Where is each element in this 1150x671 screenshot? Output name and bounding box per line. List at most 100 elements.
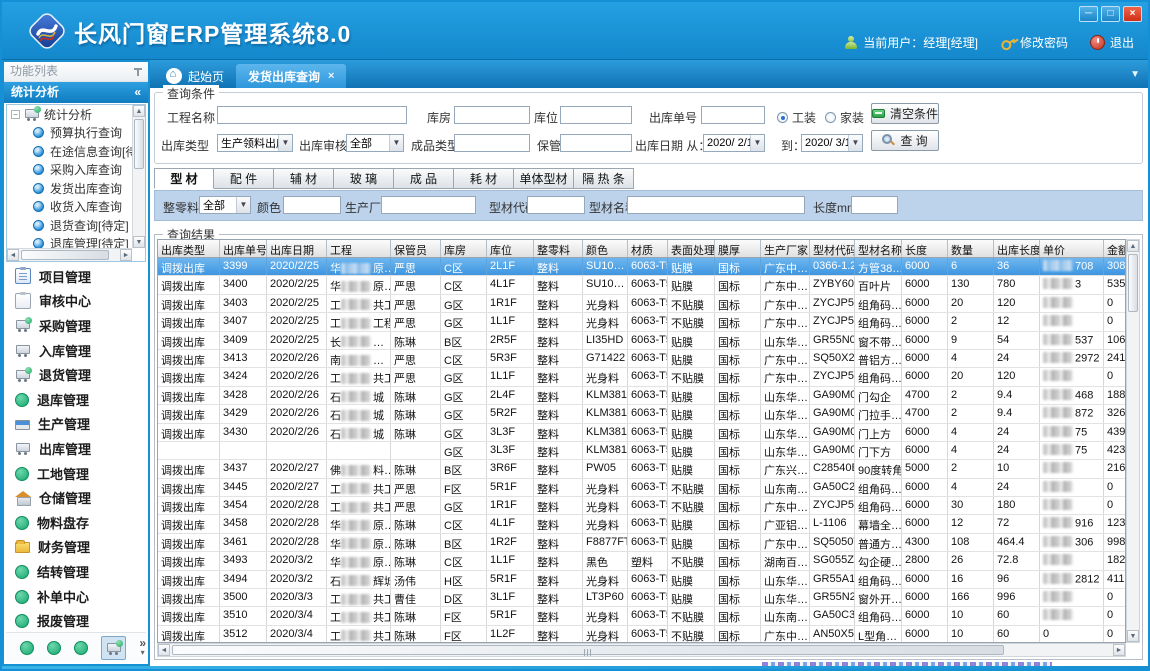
collapse-icon[interactable]: «	[134, 82, 141, 103]
tree-item-4[interactable]: 收货入库查询	[7, 198, 145, 217]
col-header-whole_piece[interactable]: 整零料	[534, 240, 583, 257]
tree-scroll-up[interactable]: ▲	[133, 105, 145, 117]
col-header-warehouse[interactable]: 库房	[441, 240, 487, 257]
manufacturer-input[interactable]	[381, 196, 476, 214]
table-row[interactable]: 调拨出库34612020/2/28华原…陈琳B区1R2F整料F8877FT606…	[158, 534, 1125, 552]
table-row[interactable]: G区3L3F整料KLM38176063-T5贴膜国标山东华…GA90M09.门下…	[158, 442, 1125, 460]
col-header-profile_code[interactable]: 型材代码	[810, 240, 855, 257]
radio-industrial[interactable]: 工装	[777, 109, 816, 126]
sidebar-item-5[interactable]: 退库管理	[6, 387, 142, 412]
statistics-module-button[interactable]	[101, 636, 126, 660]
table-row[interactable]: 调拨出库34072020/2/25工工程严思G区1L1F整料光身料6063-T5…	[158, 313, 1125, 331]
tree-item-3[interactable]: 发货出库查询	[7, 179, 145, 198]
minimize-button[interactable]: ─	[1079, 6, 1098, 22]
statistics-section-header[interactable]: 统计分析 «	[4, 82, 148, 103]
table-scroll-right[interactable]: ►	[1113, 644, 1125, 656]
col-header-project[interactable]: 工程	[327, 240, 391, 257]
table-horizontal-scrollbar[interactable]: ◄ ►	[157, 643, 1126, 657]
material-tab-2[interactable]: 辅 材	[274, 168, 334, 189]
col-header-manufacturer[interactable]: 生产厂家	[761, 240, 810, 257]
tree-scroll-down[interactable]: ▼	[133, 236, 145, 248]
col-header-length[interactable]: 长度	[902, 240, 948, 257]
sidebar-item-14[interactable]: 报废管理	[6, 608, 142, 630]
table-row[interactable]: 调拨出库34092020/2/25长…陈琳B区2R5F整料LI35HD6063-…	[158, 332, 1125, 350]
table-row[interactable]: 调拨出库34942020/3/2石辉城汤伟H区5R1F整料光身料6063-T5贴…	[158, 571, 1125, 589]
sidebar-item-7[interactable]: 出库管理	[6, 436, 142, 461]
tree-scroll-left[interactable]: ◄	[7, 249, 19, 261]
col-header-order_no[interactable]: 出库单号	[220, 240, 267, 257]
table-row[interactable]: 调拨出库34032020/2/25工共工程严思G区1R1F整料光身料6063-T…	[158, 295, 1125, 313]
whole-piece-select[interactable]: 全部 ▼	[199, 196, 251, 214]
sidebar-item-12[interactable]: 结转管理	[6, 559, 142, 584]
doc-tab-1[interactable]: 发货出库查询×	[236, 64, 346, 88]
col-header-unit_price[interactable]: 单价	[1040, 240, 1104, 257]
radio-home[interactable]: 家装	[825, 109, 864, 126]
col-header-quantity[interactable]: 数量	[948, 240, 994, 257]
sidebar-item-10[interactable]: 物料盘存	[6, 510, 142, 535]
table-row[interactable]: 调拨出库34582020/2/28华原…陈琳C区4L1F整料光身料6063-T5…	[158, 515, 1125, 533]
change-password-button[interactable]: 修改密码	[1000, 34, 1068, 51]
color-input[interactable]	[283, 196, 341, 214]
col-header-keeper[interactable]: 保管员	[391, 240, 441, 257]
table-row[interactable]: 调拨出库34132020/2/26南…严思C区5R3F整料G714226063-…	[158, 350, 1125, 368]
logout-button[interactable]: 退出	[1090, 34, 1134, 51]
tree-toggle-icon[interactable]: −	[11, 110, 20, 119]
module-dot-icon[interactable]	[47, 641, 61, 655]
col-header-profile_name[interactable]: 型材名称	[855, 240, 902, 257]
more-modules-button[interactable]: »▾	[139, 639, 146, 657]
table-row[interactable]: 调拨出库34452020/2/27工共工程严思F区5R1F整料光身料6063-T…	[158, 479, 1125, 497]
module-dot-icon[interactable]	[74, 641, 88, 655]
table-vscroll-thumb[interactable]	[1128, 254, 1138, 312]
sidebar-item-1[interactable]: 审核中心	[6, 289, 142, 314]
col-header-color[interactable]: 颜色	[583, 240, 628, 257]
material-tab-1[interactable]: 配 件	[214, 168, 274, 189]
table-row[interactable]: 调拨出库34242020/2/26工共工程严思G区1L1F整料光身料6063-T…	[158, 368, 1125, 386]
col-header-out_type[interactable]: 出库类型	[158, 240, 220, 257]
table-scroll-left[interactable]: ◄	[158, 644, 170, 656]
order-no-input[interactable]	[701, 106, 765, 124]
profile-name-input[interactable]	[627, 196, 805, 214]
col-header-out_date[interactable]: 出库日期	[267, 240, 327, 257]
sidebar-item-9[interactable]: 仓储管理	[6, 485, 142, 510]
sidebar-item-11[interactable]: 财务管理	[6, 535, 142, 560]
material-tab-0[interactable]: 型 材	[154, 168, 214, 189]
table-row[interactable]: 调拨出库35122020/3/4工共工程陈琳F区1L2F整料光身料6063-T5…	[158, 626, 1125, 643]
material-tab-6[interactable]: 单体型材	[514, 168, 574, 189]
table-row[interactable]: 调拨出库34372020/2/27佛料…陈琳B区3R6F整料PW056063-T…	[158, 460, 1125, 478]
keeper-input[interactable]	[560, 134, 632, 152]
table-row[interactable]: 调拨出库35002020/3/3工共工程曹佳D区3L1F整料LT3P606063…	[158, 589, 1125, 607]
col-header-out_length[interactable]: 出库长度	[994, 240, 1040, 257]
table-scroll-up[interactable]: ▲	[1127, 240, 1139, 252]
tree-scroll-thumb[interactable]	[134, 119, 144, 169]
audit-select[interactable]: 全部 ▼	[346, 134, 404, 152]
sidebar-item-8[interactable]: 工地管理	[6, 461, 142, 486]
sidebar-item-0[interactable]: 项目管理	[6, 264, 142, 289]
sidebar-item-2[interactable]: 采购管理	[6, 313, 142, 338]
table-row[interactable]: 调拨出库35102020/3/4工共工程陈琳F区5R1F整料光身料6063-T5…	[158, 607, 1125, 625]
table-vertical-scrollbar[interactable]: ▲ ▼	[1126, 239, 1140, 643]
tree-horizontal-scrollbar[interactable]: ◄ ►	[7, 248, 132, 261]
tree-item-0[interactable]: 预算执行查询	[7, 124, 145, 143]
close-button[interactable]: ×	[1123, 6, 1142, 22]
warehouse-input[interactable]	[454, 106, 530, 124]
table-row[interactable]: 调拨出库34002020/2/25华原…严思C区4L1F整料SU10…6063-…	[158, 276, 1125, 294]
col-header-location[interactable]: 库位	[487, 240, 534, 257]
location-input[interactable]	[560, 106, 632, 124]
sidebar-item-4[interactable]: 退货管理	[6, 362, 142, 387]
tree-item-1[interactable]: 在途信息查询[待	[7, 142, 145, 161]
col-header-film_thickness[interactable]: 膜厚	[715, 240, 761, 257]
date-to-select[interactable]: 2020/ 3/16 ▼	[801, 134, 863, 152]
product-type-input[interactable]	[454, 134, 530, 152]
col-header-amount[interactable]: 金额	[1104, 240, 1126, 257]
tree-root-statistics[interactable]: −统计分析	[7, 105, 145, 124]
tree-vertical-scrollbar[interactable]: ▲ ▼	[132, 105, 145, 248]
table-row[interactable]: 调拨出库34542020/2/28工共工程严思G区1R1F整料光身料6063-T…	[158, 497, 1125, 515]
sidebar-item-13[interactable]: 补单中心	[6, 584, 142, 609]
clear-conditions-button[interactable]: 清空条件	[871, 103, 939, 124]
table-row[interactable]: 调拨出库34932020/3/2华原…陈琳C区1L1F整料黑色塑料不贴膜国标湖南…	[158, 552, 1125, 570]
out-type-select[interactable]: 生产领料出库 ▼	[217, 134, 293, 152]
tree-hscroll-thumb[interactable]	[21, 250, 109, 260]
maximize-button[interactable]: □	[1101, 6, 1120, 22]
material-tab-7[interactable]: 隔 热 条	[574, 168, 634, 189]
sidebar-item-6[interactable]: 生产管理	[6, 412, 142, 437]
